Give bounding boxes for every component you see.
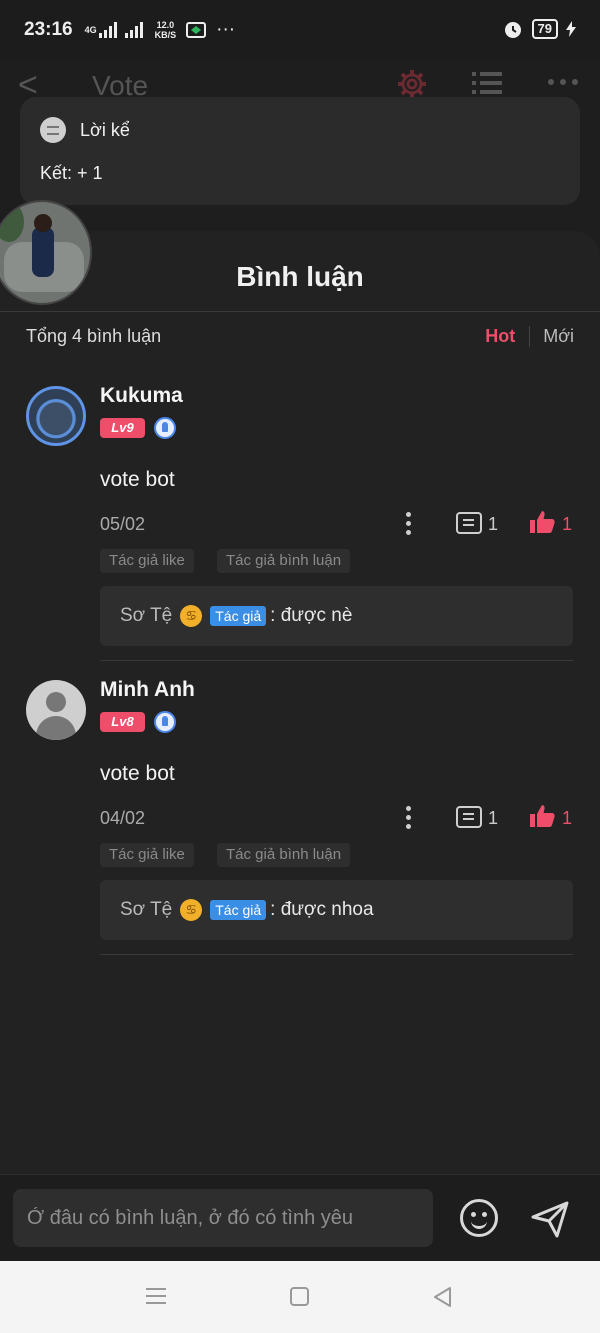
charging-icon xyxy=(566,21,576,37)
speed-value: 12.0 xyxy=(156,20,175,30)
story-icon xyxy=(40,117,66,143)
back-triangle-icon[interactable] xyxy=(432,1286,452,1308)
reply-text: : được nhoa xyxy=(270,899,374,920)
comment-count-row: Tổng 4 bình luận Hot Mới xyxy=(26,326,574,356)
menu-icon[interactable] xyxy=(146,1288,166,1304)
more-icon[interactable] xyxy=(548,78,578,86)
reply-author: Sơ Tệ xyxy=(120,605,173,626)
status-bar: 23:16 4G 12.0 KB/S ··· 79 xyxy=(0,0,600,60)
battery-indicator: 79 xyxy=(531,19,558,39)
comment-author[interactable]: Minh Anh xyxy=(100,678,195,702)
comment-divider xyxy=(100,660,573,661)
like-icon[interactable] xyxy=(529,804,555,828)
settings-icon[interactable] xyxy=(396,68,428,100)
comment-date: 04/02 xyxy=(100,808,146,828)
story-title: Lời kể xyxy=(80,119,130,140)
divider xyxy=(0,311,600,312)
reply-count: 1 xyxy=(488,808,499,828)
author-comment-tag: Tác giả bình luận xyxy=(217,843,351,867)
author-badge: Tác giả xyxy=(210,606,267,626)
avatar[interactable] xyxy=(26,680,86,740)
sort-tabs: Hot Mới xyxy=(485,326,574,347)
comments-sheet: Bình luận xyxy=(0,231,600,1261)
level-badge: Lv9 xyxy=(100,418,145,438)
story-text: Kết: + 1 xyxy=(40,163,103,183)
reply-preview[interactable]: Sơ Tệ ♋ Tác giả : được nhoa xyxy=(100,880,573,940)
story-card[interactable]: Lời kể Kết: + 1 xyxy=(20,97,580,205)
app-notification-icon xyxy=(186,22,207,38)
system-nav-bar xyxy=(0,1261,600,1333)
rank-gem-icon xyxy=(154,711,176,733)
sort-hot-tab[interactable]: Hot xyxy=(485,326,531,347)
author-badge: Tác giả xyxy=(210,900,267,920)
sort-new-tab[interactable]: Mới xyxy=(530,326,574,347)
comment-divider xyxy=(100,954,573,955)
avatar[interactable] xyxy=(26,386,86,446)
comment-content: vote bot xyxy=(100,468,175,491)
reply-preview[interactable]: Sơ Tệ ♋ Tác giả : được nè xyxy=(100,586,573,646)
comment-more-icon[interactable] xyxy=(404,512,412,536)
cancer-zodiac-icon: ♋ xyxy=(180,605,203,627)
alarm-icon xyxy=(504,22,521,38)
network-speed: 12.0 KB/S xyxy=(155,20,177,40)
comment-more-icon[interactable] xyxy=(404,806,412,830)
comment-input[interactable] xyxy=(13,1189,433,1247)
send-icon[interactable] xyxy=(530,1199,570,1239)
reply-icon[interactable] xyxy=(456,806,482,828)
emoji-icon[interactable] xyxy=(460,1199,498,1237)
signal-icon xyxy=(98,22,117,38)
home-icon[interactable] xyxy=(290,1287,309,1306)
reply-count: 1 xyxy=(488,514,499,534)
author-like-tag: Tác giả like xyxy=(100,843,194,867)
rank-gem-icon xyxy=(154,417,176,439)
list-icon[interactable] xyxy=(472,70,502,96)
author-like-tag: Tác giả like xyxy=(100,549,194,573)
status-time: 23:16 xyxy=(24,19,73,40)
reply-icon[interactable] xyxy=(456,512,482,534)
comment-author[interactable]: Kukuma xyxy=(100,384,183,408)
comment-input-bar xyxy=(0,1174,600,1261)
author-comment-tag: Tác giả bình luận xyxy=(217,549,351,573)
signal-icon-2 xyxy=(124,22,143,38)
reply-text: : được nè xyxy=(270,605,353,626)
speed-unit: KB/S xyxy=(154,30,177,40)
like-icon[interactable] xyxy=(529,510,555,534)
level-badge: Lv8 xyxy=(100,712,145,732)
cancer-zodiac-icon: ♋ xyxy=(180,899,203,921)
comment-total: Tổng 4 bình luận xyxy=(26,326,162,346)
comment-date: 05/02 xyxy=(100,514,146,534)
reply-author: Sơ Tệ xyxy=(120,899,173,920)
network-type: 4G xyxy=(84,24,97,35)
status-more: ··· xyxy=(216,19,236,40)
like-count: 1 xyxy=(562,514,573,534)
comment-content: vote bot xyxy=(100,762,175,785)
like-count: 1 xyxy=(562,808,573,828)
